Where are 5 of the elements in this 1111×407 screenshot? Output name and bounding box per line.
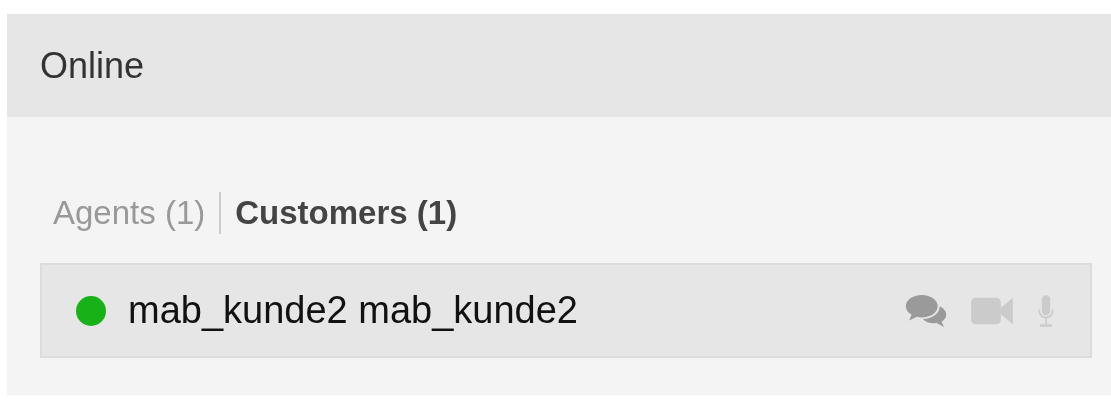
panel-title: Online (40, 44, 145, 87)
user-name: mab_kunde2 mab_kunde2 (128, 289, 579, 332)
chat-icon[interactable] (904, 293, 948, 328)
user-row[interactable]: mab_kunde2 mab_kunde2 (40, 263, 1092, 358)
tab[interactable]: Customers (1) (221, 194, 472, 232)
